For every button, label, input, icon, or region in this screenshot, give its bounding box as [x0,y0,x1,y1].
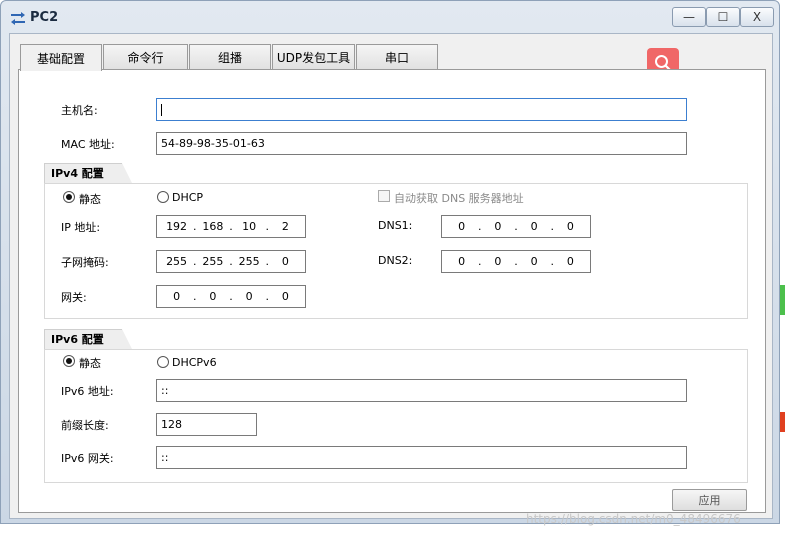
window-client-area: 基础配置 命令行 组播 UDP发包工具 串口 主机名: MAC 地址: 54-8… [9,33,773,519]
tab-basic-config[interactable]: 基础配置 [20,44,102,71]
ipv4-dhcp-label: DHCP [172,191,204,204]
tab-multicast[interactable]: 组播 [189,44,271,70]
ipv4-static-radio[interactable] [63,191,75,203]
close-button[interactable]: X [740,7,774,27]
gateway-field[interactable]: 0. 0. 0. 0 [156,285,306,308]
ipv4-dhcp-radio[interactable] [157,191,169,203]
minimize-button[interactable]: — [672,7,706,27]
subnet-mask-field[interactable]: 255. 255. 255. 0 [156,250,306,273]
ipv6-address-label: IPv6 地址: [61,385,114,398]
gateway-label: 网关: [61,291,87,304]
prefix-length-label: 前缀长度: [61,419,109,432]
minimize-icon: — [683,10,695,24]
ipv6-group-title: IPv6 配置 [44,329,132,349]
ipv6-gateway-field[interactable]: :: [156,446,687,469]
ipv6-gateway-label: IPv6 网关: [61,452,114,465]
dns1-field[interactable]: 0. 0. 0. 0 [441,215,591,238]
network-device-icon [11,12,25,25]
mac-address-field[interactable]: 54-89-98-35-01-63 [156,132,687,155]
ipv4-static-label: 静态 [79,193,101,206]
ip-address-field[interactable]: 192. 168. 10. 2 [156,215,306,238]
maximize-button[interactable]: ☐ [706,7,740,27]
tab-label: 命令行 [127,51,164,65]
basic-config-panel: 主机名: MAC 地址: 54-89-98-35-01-63 IPv4 配置 静… [18,69,766,513]
ipv6-address-field[interactable]: :: [156,379,687,402]
watermark: https://blog.csdn.net/m0_48496676 [526,512,741,526]
ipv6-dhcpv6-label: DHCPv6 [172,356,217,369]
auto-dns-label: 自动获取 DNS 服务器地址 [394,192,524,205]
dns2-field[interactable]: 0. 0. 0. 0 [441,250,591,273]
tab-udp-tool[interactable]: UDP发包工具 [272,44,355,70]
tab-serial[interactable]: 串口 [356,44,438,70]
apply-button[interactable]: 应用 [672,489,747,511]
mac-label: MAC 地址: [61,138,115,151]
tab-label: 串口 [384,51,409,65]
auto-dns-checkbox[interactable] [378,190,390,202]
maximize-icon: ☐ [717,10,729,24]
tab-label: 基础配置 [36,51,85,66]
prefix-length-field[interactable]: 128 [156,413,257,436]
tab-command-line[interactable]: 命令行 [103,44,188,70]
ipv6-dhcpv6-radio[interactable] [157,356,169,368]
hostname-input[interactable] [156,98,687,121]
ipv6-static-radio[interactable] [63,355,75,367]
dns2-label: DNS2: [378,254,413,267]
subnet-mask-label: 子网掩码: [61,256,109,269]
pc2-config-window: PC2 — ☐ X 基础配置 命令行 组播 UDP发包工具 串口 主机名: MA… [0,0,780,524]
tab-label: 组播 [217,51,242,65]
hostname-label: 主机名: [61,104,98,117]
title-bar[interactable]: PC2 — ☐ X [1,1,779,33]
ipv4-group-title: IPv4 配置 [44,163,132,183]
window-title: PC2 [30,10,59,25]
tab-label: UDP发包工具 [276,51,351,65]
dns1-label: DNS1: [378,219,413,232]
ipv6-static-label: 静态 [79,357,101,370]
close-icon: X [752,10,762,24]
ip-address-label: IP 地址: [61,221,101,234]
